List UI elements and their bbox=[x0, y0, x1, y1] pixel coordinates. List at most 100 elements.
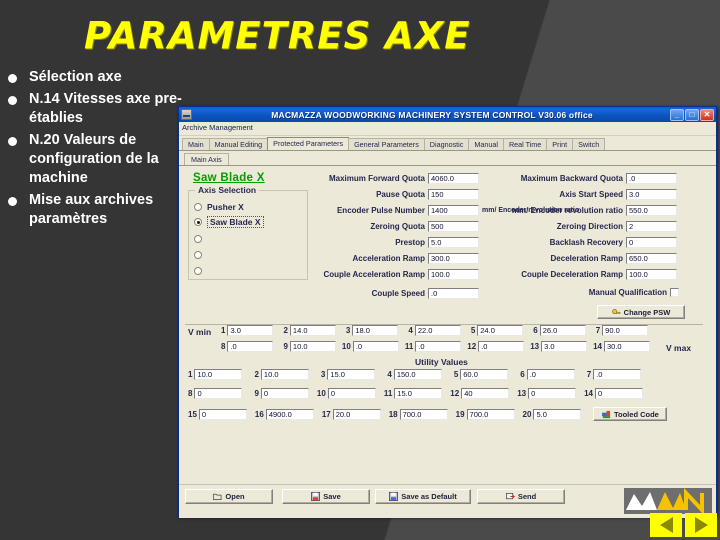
floppy-save-icon bbox=[311, 492, 321, 501]
tools-icon bbox=[602, 410, 611, 418]
utility-values-title: Utility Values bbox=[415, 357, 468, 367]
open-label: Open bbox=[225, 492, 245, 501]
input-deceleration-ramp[interactable]: 650.0 bbox=[626, 253, 677, 264]
save-button[interactable]: Save bbox=[282, 489, 370, 504]
window-controls: _ □ ✕ bbox=[670, 108, 714, 121]
input-acceleration-ramp[interactable]: 300.0 bbox=[428, 253, 479, 264]
previous-slide-button[interactable] bbox=[650, 513, 682, 537]
input-mm-encoder-revolution-ratio[interactable]: 550.0 bbox=[626, 205, 677, 216]
tab-print[interactable]: Print bbox=[546, 138, 574, 150]
input-speed-4[interactable]: 22.0 bbox=[414, 325, 461, 336]
input-utility-2[interactable]: 10.0 bbox=[260, 369, 309, 380]
input-speed-7[interactable]: 90.0 bbox=[602, 325, 649, 336]
radio-icon bbox=[194, 267, 202, 275]
input-speed-6[interactable]: 26.0 bbox=[539, 325, 586, 336]
window-client-area: Saw Blade X Axis Selection Pusher X Saw … bbox=[179, 166, 716, 518]
radio-saw-blade-x[interactable]: Saw Blade X bbox=[194, 216, 264, 228]
tab-general-parameters[interactable]: General Parameters bbox=[348, 138, 425, 150]
speed-index: 13 bbox=[530, 342, 540, 351]
minimize-button[interactable]: _ bbox=[670, 108, 684, 121]
input-speed-5[interactable]: 24.0 bbox=[477, 325, 524, 336]
utility-index: 18 bbox=[388, 409, 398, 419]
input-speed-14[interactable]: 30.0 bbox=[604, 341, 650, 352]
input-speed-12[interactable]: .0 bbox=[478, 341, 525, 352]
input-utility-19[interactable]: 700.0 bbox=[466, 408, 515, 420]
tab-manual-editing[interactable]: Manual Editing bbox=[208, 138, 269, 150]
input-speed-8[interactable]: .0 bbox=[227, 341, 274, 352]
input-speed-11[interactable]: .0 bbox=[415, 341, 462, 352]
input-encoder-pulse-number[interactable]: 1400 bbox=[428, 205, 479, 216]
input-speed-1[interactable]: 3.0 bbox=[227, 325, 274, 336]
send-icon bbox=[505, 492, 515, 500]
input-utility-8[interactable]: 0 bbox=[194, 388, 243, 399]
input-pause-quota[interactable]: 150 bbox=[428, 189, 479, 200]
input-utility-15[interactable]: 0 bbox=[198, 408, 247, 420]
tooled-code-button[interactable]: Tooled Code bbox=[593, 407, 668, 421]
save-label: Save bbox=[323, 492, 341, 501]
tab-manual[interactable]: Manual bbox=[468, 138, 504, 150]
input-utility-17[interactable]: 20.0 bbox=[332, 408, 381, 420]
input-couple-acceleration-ramp[interactable]: 100.0 bbox=[428, 269, 479, 280]
open-button[interactable]: Open bbox=[185, 489, 273, 504]
input-zeroing-quota[interactable]: 500 bbox=[428, 221, 479, 232]
input-utility-9[interactable]: 0 bbox=[260, 388, 309, 399]
label-backlash-recovery: Backlash Recovery bbox=[549, 238, 623, 247]
input-utility-6[interactable]: .0 bbox=[526, 369, 575, 380]
input-axis-start-speed[interactable]: 3.0 bbox=[626, 189, 677, 200]
speed-index: 2 bbox=[283, 326, 288, 335]
radio-empty-4[interactable] bbox=[194, 249, 207, 261]
input-backlash-recovery[interactable]: 0 bbox=[626, 237, 677, 248]
save-as-default-button[interactable]: Save as Default bbox=[375, 489, 471, 504]
tab-main-axis[interactable]: Main Axis bbox=[184, 153, 229, 165]
axis-heading: Saw Blade X bbox=[193, 172, 265, 184]
tab-diagnostic[interactable]: Diagnostic bbox=[423, 138, 470, 150]
input-utility-7[interactable]: .0 bbox=[593, 369, 642, 380]
radio-empty-3[interactable] bbox=[194, 233, 207, 245]
input-utility-5[interactable]: 60.0 bbox=[460, 369, 509, 380]
tab-real-time[interactable]: Real Time bbox=[502, 138, 548, 150]
input-couple-speed[interactable]: .0 bbox=[428, 288, 479, 299]
mn-logo-mark bbox=[624, 488, 712, 514]
input-utility-10[interactable]: 0 bbox=[327, 388, 376, 399]
input-utility-3[interactable]: 15.0 bbox=[327, 369, 376, 380]
input-maximum-forward-quota[interactable]: 4060.0 bbox=[428, 173, 479, 184]
input-prestop[interactable]: 5.0 bbox=[428, 237, 479, 248]
tab-main[interactable]: Main bbox=[182, 138, 210, 150]
speed-index: 11 bbox=[404, 342, 414, 351]
maximize-button[interactable]: □ bbox=[685, 108, 699, 121]
menu-item-archive-management[interactable]: Archive Management bbox=[182, 123, 253, 132]
change-psw-button[interactable]: Change PSW bbox=[597, 305, 685, 319]
speed-index: 5 bbox=[470, 326, 476, 335]
input-speed-2[interactable]: 14.0 bbox=[289, 325, 336, 336]
input-utility-14[interactable]: 0 bbox=[595, 388, 643, 399]
send-label: Send bbox=[517, 492, 537, 501]
send-button[interactable]: Send bbox=[477, 489, 565, 504]
input-zeroing-direction[interactable]: 2 bbox=[626, 221, 677, 232]
radio-empty-5[interactable] bbox=[194, 265, 207, 277]
radio-pusher-x[interactable]: Pusher X bbox=[194, 201, 244, 213]
input-utility-1[interactable]: 10.0 bbox=[194, 369, 243, 380]
input-speed-13[interactable]: 3.0 bbox=[541, 341, 588, 352]
input-utility-11[interactable]: 15.0 bbox=[394, 388, 443, 399]
input-utility-12[interactable]: 40 bbox=[461, 388, 510, 399]
input-maximum-backward-quota[interactable]: .0 bbox=[626, 173, 677, 184]
label-couple-speed: Couple Speed bbox=[371, 289, 425, 298]
input-utility-16[interactable]: 4900.0 bbox=[265, 408, 314, 420]
label-pause-quota: Pause Quota bbox=[376, 190, 425, 199]
input-utility-4[interactable]: 150.0 bbox=[393, 369, 442, 380]
input-utility-20[interactable]: 5.0 bbox=[533, 408, 582, 420]
input-utility-18[interactable]: 700.0 bbox=[399, 408, 448, 420]
input-couple-deceleration-ramp[interactable]: 100.0 bbox=[626, 269, 677, 280]
input-speed-10[interactable]: .0 bbox=[352, 341, 399, 352]
next-slide-button[interactable] bbox=[685, 513, 717, 537]
close-button[interactable]: ✕ bbox=[700, 108, 714, 121]
input-speed-3[interactable]: 18.0 bbox=[352, 325, 399, 336]
tab-protected-parameters[interactable]: Protected Parameters bbox=[267, 137, 350, 150]
label-couple-deceleration-ramp: Couple Deceleration Ramp bbox=[521, 270, 623, 279]
save-as-default-label: Save as Default bbox=[401, 492, 457, 501]
vmin-label: V min bbox=[188, 327, 212, 337]
tab-switch[interactable]: Switch bbox=[572, 138, 606, 150]
input-speed-9[interactable]: 10.0 bbox=[289, 341, 336, 352]
checkbox-manual-qualification[interactable] bbox=[670, 288, 679, 297]
input-utility-13[interactable]: 0 bbox=[528, 388, 577, 399]
